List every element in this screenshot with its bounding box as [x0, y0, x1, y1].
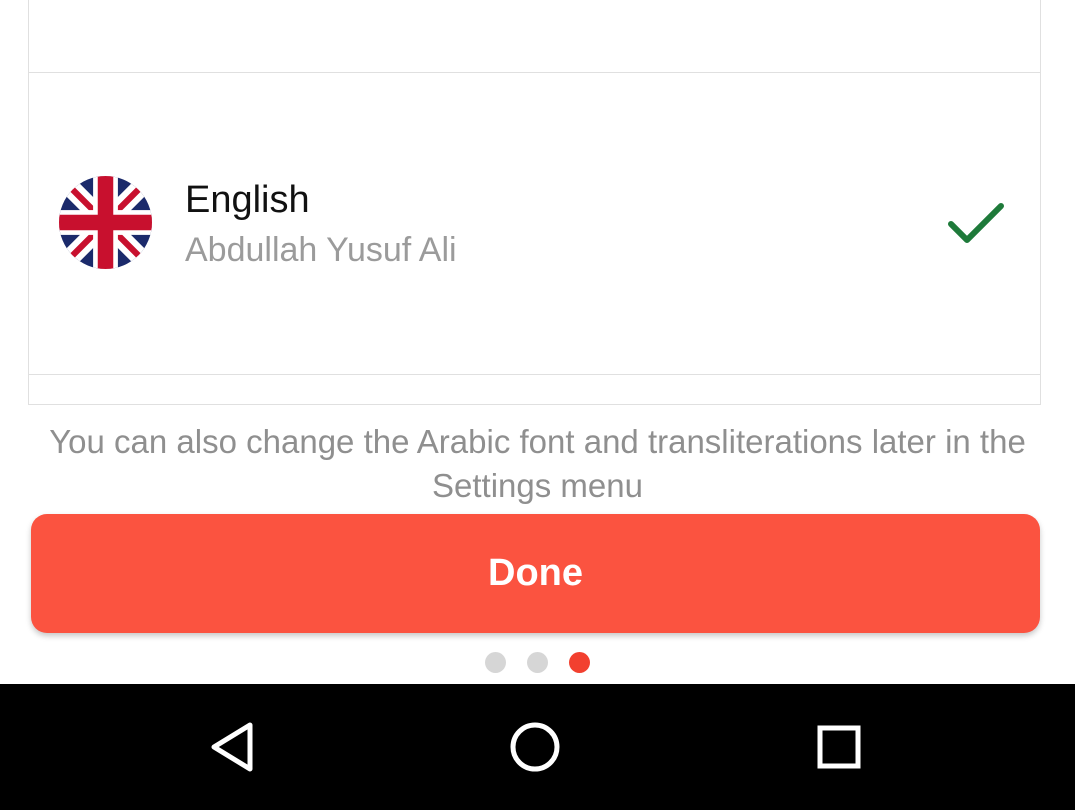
recents-square-icon [817, 725, 861, 769]
language-name: English [185, 179, 310, 221]
back-button[interactable] [197, 712, 267, 782]
translator-name: Abdullah Yusuf Ali [185, 231, 457, 269]
home-button[interactable] [500, 712, 570, 782]
language-option-english[interactable]: English Abdullah Yusuf Ali [29, 72, 1040, 375]
recents-button[interactable] [804, 712, 874, 782]
uk-flag-icon [59, 176, 152, 269]
page-dot [527, 652, 548, 673]
done-button[interactable]: Done [31, 514, 1040, 633]
checkmark-icon [948, 203, 1004, 243]
home-circle-icon [510, 722, 560, 772]
page-dot-active [569, 652, 590, 673]
page-indicator [0, 652, 1075, 674]
language-list: English Abdullah Yusuf Ali [28, 0, 1041, 405]
system-nav-bar [0, 684, 1075, 810]
settings-hint-text: You can also change the Arabic font and … [49, 423, 1026, 504]
list-item[interactable] [29, 0, 1040, 73]
back-triangle-icon [211, 722, 253, 772]
page-dot [485, 652, 506, 673]
